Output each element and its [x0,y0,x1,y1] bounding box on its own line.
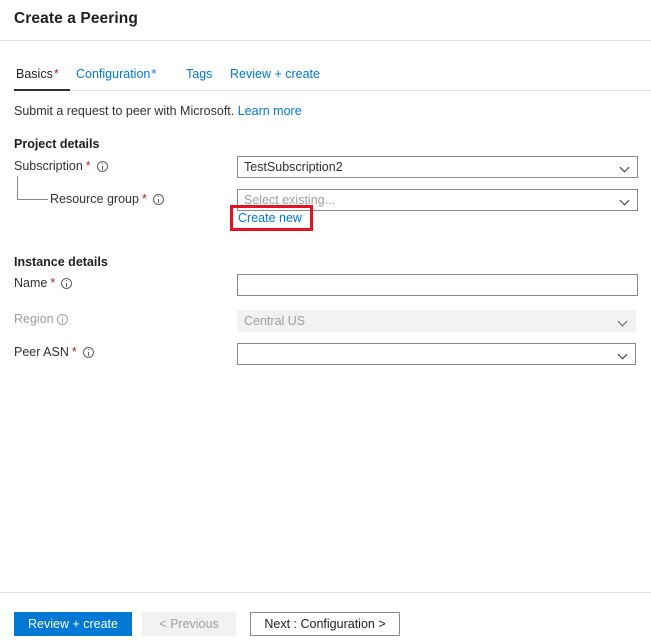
label-subscription: Subscription * [14,159,108,173]
label-peer-asn-required: * [71,345,77,359]
label-resource-group: Resource group * [50,192,164,206]
tab-list: Basics* Configuration* Tags Review + cre… [0,66,651,92]
chevron-down-icon [619,351,627,359]
tab-review-create-label: Review + create [230,67,320,81]
info-icon[interactable] [152,193,164,205]
tab-configuration-required: * [151,67,157,81]
page-title: Create a Peering [14,10,138,27]
label-name-text: Name [14,276,48,290]
label-peer-asn-text: Peer ASN [14,345,69,359]
header-divider [0,40,651,41]
blade-description-text: Submit a request to peer with Microsoft. [14,104,235,118]
tab-basics[interactable]: Basics* [16,66,59,90]
tab-tags-label: Tags [186,67,213,81]
info-icon[interactable] [61,277,73,289]
label-name: Name * [14,276,73,290]
footer-divider [0,592,651,593]
tab-active-indicator [14,89,70,91]
tab-tags[interactable]: Tags [186,66,212,90]
section-title-instance-details: Instance details [14,255,108,269]
tab-divider [14,90,651,91]
label-subscription-text: Subscription [14,159,83,173]
tab-basics-required: * [53,67,59,81]
tab-configuration[interactable]: Configuration* [76,66,156,90]
info-icon[interactable] [96,160,108,172]
chevron-down-icon [621,197,629,205]
label-region: Region [14,312,68,326]
resource-group-placeholder: Select existing... [244,193,336,207]
tab-review-create[interactable]: Review + create [230,66,320,90]
region-dropdown: Central US [237,310,636,332]
label-resource-group-required: * [141,192,147,206]
blade-description: Submit a request to peer with Microsoft.… [14,104,302,118]
previous-button: < Previous [142,612,236,636]
label-resource-group-text: Resource group [50,192,139,206]
chevron-down-icon [621,164,629,172]
name-input[interactable] [237,274,638,296]
info-icon[interactable] [56,313,68,325]
tab-configuration-label: Configuration [76,67,151,81]
label-region-text: Region [14,312,54,326]
peer-asn-dropdown[interactable] [237,343,636,365]
review-create-button[interactable]: Review + create [14,612,132,636]
resource-group-dropdown[interactable]: Select existing... [237,189,638,211]
chevron-down-icon [619,318,627,326]
label-name-required: * [50,276,56,290]
blade-header: Create a Peering [0,0,651,40]
info-icon[interactable] [82,346,94,358]
label-peer-asn: Peer ASN * [14,345,94,359]
learn-more-link[interactable]: Learn more [238,104,302,118]
label-subscription-required: * [85,159,91,173]
next-configuration-button[interactable]: Next : Configuration > [250,612,400,636]
create-new-resource-group-link[interactable]: Create new [238,211,302,225]
region-value: Central US [244,314,306,328]
tab-basics-label: Basics [16,67,53,81]
subscription-value: TestSubscription2 [244,160,343,174]
subscription-dropdown[interactable]: TestSubscription2 [237,156,638,178]
section-title-project-details: Project details [14,137,100,151]
tree-connector-line [17,176,48,200]
